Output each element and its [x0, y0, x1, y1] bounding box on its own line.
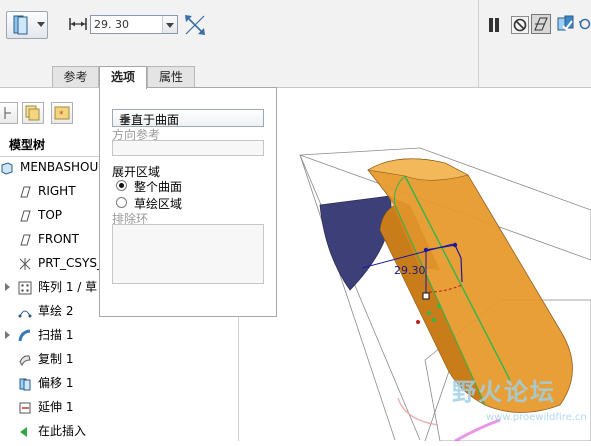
datum-plane-icon	[18, 208, 32, 230]
tree-item[interactable]: TOP	[0, 204, 100, 226]
offset-surface-icon	[13, 15, 28, 35]
panel-divider	[238, 316, 239, 441]
tab-model-tree[interactable]	[0, 102, 18, 124]
tree-item[interactable]: 延伸 1	[0, 396, 100, 418]
verify-preview-icon[interactable]	[556, 14, 576, 34]
tab-favorites[interactable]: *	[51, 102, 73, 124]
tree-item-label: 偏移 1	[38, 376, 74, 390]
options-panel: 垂直于曲面 方向参考 展开区域 整个曲面 草绘区域 排除环	[99, 87, 277, 317]
svg-text:*: *	[59, 110, 64, 120]
offset-dimension-label[interactable]: 29.30	[394, 264, 426, 277]
tree-item[interactable]: 复制 1	[0, 348, 100, 370]
tree-item[interactable]: FRONT	[0, 228, 100, 250]
length-dropdown-button[interactable]	[162, 16, 177, 33]
insert-here-icon	[18, 424, 32, 446]
csys-icon	[18, 256, 32, 278]
favorites-folder-icon: *	[54, 106, 70, 120]
watermark-url: www.proewildfire.cn	[486, 412, 587, 423]
offset-length-field[interactable]	[90, 15, 178, 34]
tree-tab-icon	[4, 107, 11, 119]
tree-item-label: PRT_CSYS_	[38, 256, 103, 270]
watermark-text: 野火论坛	[452, 378, 556, 406]
deviation-type-select[interactable]: 垂直于曲面	[112, 109, 264, 127]
offset-icon	[18, 376, 32, 398]
tree-item[interactable]: 扫描 1	[0, 324, 100, 346]
radio-button[interactable]	[116, 197, 127, 208]
tree-item[interactable]: 草绘 2	[0, 300, 100, 322]
expand-arrow-icon[interactable]	[5, 283, 10, 291]
tree-item-label: TOP	[38, 208, 63, 222]
expand-arrow-icon[interactable]	[5, 331, 10, 339]
pause-icon[interactable]	[487, 17, 501, 33]
tab-folder-browser[interactable]	[22, 102, 44, 124]
tree-item-label: 扫描 1	[38, 328, 74, 342]
model-tree-title: 模型树	[9, 138, 46, 152]
no-preview-icon[interactable]	[511, 16, 529, 34]
tab-references[interactable]: 参考	[52, 66, 99, 87]
datum-plane-icon	[18, 232, 32, 254]
tree-item-label: 草绘 2	[38, 304, 74, 318]
tree-item[interactable]: PRT_CSYS_	[0, 252, 103, 274]
tree-item[interactable]: 偏移 1	[0, 372, 100, 394]
tree-item[interactable]: MENBASHOU	[0, 156, 100, 178]
offset-length-input[interactable]	[91, 16, 164, 33]
feature-type-button[interactable]	[6, 11, 48, 39]
tree-item-label: 复制 1	[38, 352, 74, 366]
tree-item-label: MENBASHOU	[20, 160, 99, 174]
sweep-icon	[18, 328, 32, 350]
flip-direction-icon[interactable]	[183, 13, 207, 37]
radio-whole-surface-label: 整个曲面	[134, 180, 183, 194]
copy-icon	[18, 352, 32, 374]
length-dimension-icon	[69, 18, 87, 30]
extend-icon	[18, 400, 32, 422]
dashboard-divider	[478, 0, 479, 88]
folder-icon	[25, 105, 40, 121]
exclude-loops-collector[interactable]	[112, 224, 264, 284]
chevron-down-icon[interactable]	[119, 111, 133, 127]
tree-item-label: RIGHT	[38, 184, 76, 198]
pattern-icon	[18, 280, 32, 302]
feature-preview-icon[interactable]	[531, 14, 551, 34]
chevron-down-icon[interactable]	[37, 22, 45, 27]
tree-item[interactable]: 阵列 1 / 草	[0, 276, 100, 298]
tab-options[interactable]: 选项	[99, 66, 147, 89]
radio-button-checked[interactable]	[116, 180, 127, 191]
tree-item[interactable]: 在此插入	[0, 420, 100, 442]
tree-item[interactable]: RIGHT	[0, 180, 100, 202]
sketch-icon	[18, 304, 32, 326]
tree-item-label: 延伸 1	[38, 400, 74, 414]
glasses-preview-icon[interactable]	[579, 14, 591, 34]
tree-item-label: 在此插入	[38, 424, 87, 438]
direction-reference-collector[interactable]	[112, 140, 264, 156]
datum-plane-icon	[18, 184, 32, 206]
tree-item-label: FRONT	[38, 232, 79, 246]
tree-item-label: 阵列 1 / 草	[38, 280, 98, 294]
tab-properties[interactable]: 属性	[147, 66, 195, 87]
part-icon	[0, 160, 14, 182]
